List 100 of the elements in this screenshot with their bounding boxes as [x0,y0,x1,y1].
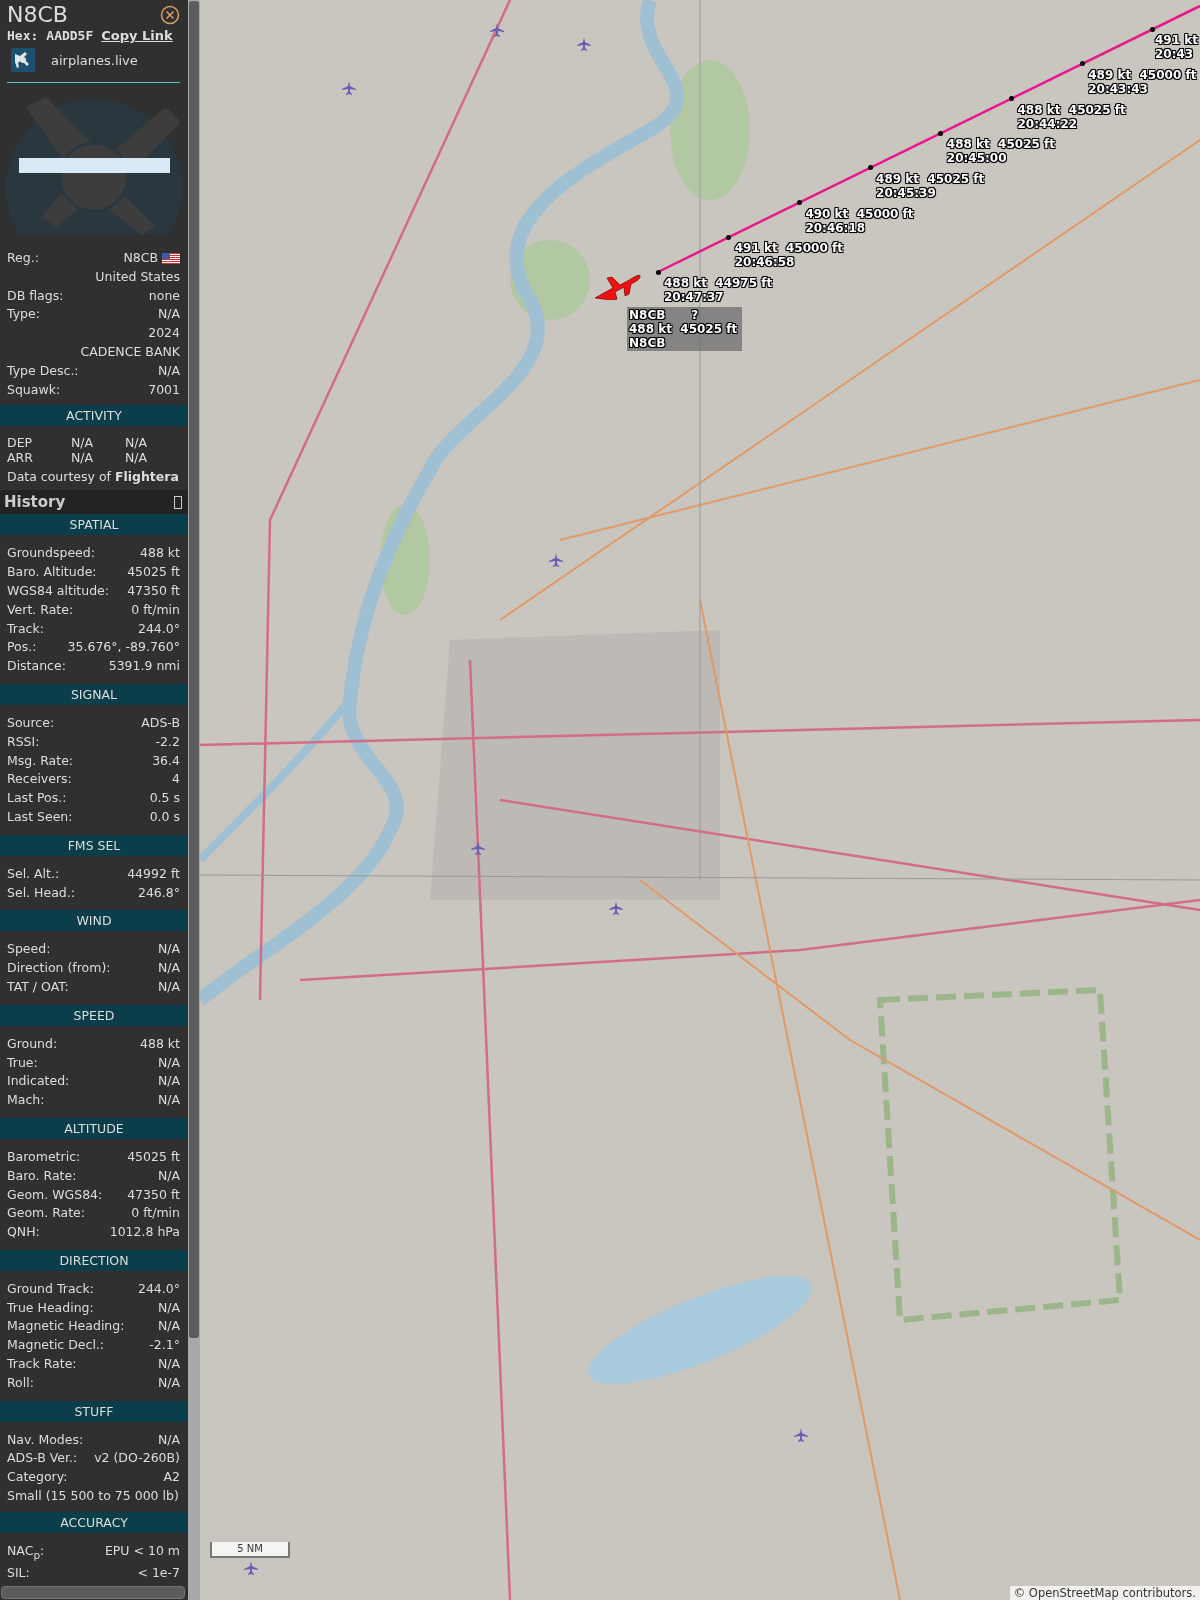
source-name: airplanes.live [51,52,138,68]
activity-cell-text: N/A [125,435,149,451]
activity-cell-text: ARR [7,450,34,466]
aircraft-icon[interactable] [342,81,356,95]
aircraft-icon[interactable] [577,37,591,51]
field-label: Indicated: [7,1072,70,1091]
activity-cell-text: N/A [71,450,95,466]
field-label: Geom. WGS84: [7,1185,103,1204]
field-label: RSSI: [7,732,40,751]
scale-bar: 5 NM [210,1542,290,1558]
field-value: 0 ft/min [131,1204,180,1223]
section-header: ACCURACY [0,1512,188,1534]
track-label: 488 kt 44975 ft 20:47:37 [664,276,773,304]
field-label: Vert. Rate: [7,600,74,619]
field-label: WGS84 altitude: [7,581,110,600]
field-label: Magnetic Heading: [7,1317,125,1336]
activity-cell-text: N/A [125,450,149,466]
field-label: Roll: [7,1373,34,1392]
field-value: 47350 ft [127,1185,180,1204]
field-value: 44992 ft [127,864,180,883]
track-point [655,269,661,275]
track-point [796,200,802,206]
section-header: SPEED [0,1004,188,1026]
field-label: Baro. Rate: [7,1166,77,1185]
field-label: Receivers: [7,770,72,789]
field-label: Type: [7,305,40,324]
track-point [1009,96,1014,101]
field-value: 1012.8 hPa [109,1223,180,1242]
section-header: WIND [0,910,188,932]
history-bar[interactable]: History [0,490,188,515]
field-label: Last Pos.: [7,789,67,808]
field-value: 4 [172,770,180,789]
field-label: True: [7,1053,38,1072]
aircraft-icon[interactable] [244,1561,258,1575]
field-value: < 1e-7 [137,1564,180,1583]
section-header: FMS SEL [0,834,188,856]
track-label: 488 kt 45025 ft 20:44:22 [1017,102,1126,131]
field-label: Last Seen: [7,807,73,826]
field-value: United States [95,267,180,286]
data-courtesy-text: Data courtesy of Flightera [6,468,180,487]
field-label: Msg. Rate: [7,751,74,770]
field-value: 0.5 s [149,789,180,808]
field-value: 36.4 [152,751,180,770]
field-label: DB flags: [7,286,64,305]
box-icon[interactable] [174,495,182,509]
field-label: ADS-B Ver.: [7,1449,78,1468]
field-label: Pos.: [7,638,37,657]
field-value: 5391.9 nmi [108,657,180,676]
field-value: 7001 [148,380,180,399]
close-icon[interactable] [160,5,180,25]
field-value: A2 [163,1468,180,1487]
field-label: QNH: [7,1223,40,1242]
field-value: CADENCE BANK [80,343,180,361]
field-value: N/A [157,1430,180,1449]
airplane-logo-icon[interactable] [11,48,35,72]
field-label: Nav. Modes: [7,1430,84,1449]
field-value: 0 ft/min [131,600,180,619]
track-label: 489 kt 45000 ft 20:43:43 [1088,67,1197,96]
field-value: 244.0° [137,619,180,638]
aircraft-icon[interactable] [471,841,485,855]
track-point [726,234,732,240]
vertical-scrollbar[interactable] [188,0,200,1600]
field-value: N/A [157,1072,180,1091]
field-value: N/A [157,959,180,978]
aircraft-icon[interactable] [490,23,504,37]
activity-cell-text: DEP [7,435,34,451]
section-header: ALTITUDE [0,1117,188,1139]
field-value: N/A [157,1053,180,1072]
aircraft-icon[interactable] [549,553,563,567]
field-value: ADS-B [141,713,180,732]
field-value: v2 (DO-260B) [94,1449,180,1468]
field-label: Groundspeed: [7,544,95,563]
field-value: 45025 ft [127,563,180,582]
horizontal-scrollbar[interactable] [1,1586,185,1599]
field-label: Distance: [7,657,66,676]
track-point [867,165,873,171]
field-label: Squawk: [7,380,61,399]
field-label: Speed: [7,940,51,959]
field-label: SIL: [7,1564,30,1583]
scrollbar-thumb[interactable] [189,1,199,1338]
callsign-label: N8CB [629,308,666,322]
field-label: TAT / OAT: [7,977,69,996]
speed-altitude-label: 488 kt 45025 ft [629,322,738,336]
aircraft-icon[interactable] [794,1428,808,1442]
field-label: Category: [7,1468,68,1487]
field-value: 488 kt [140,544,180,563]
map-attribution: © OpenStreetMap contributors. [1009,1586,1200,1600]
field-value: 244.0° [137,1279,180,1298]
field-value: N/A [157,1298,180,1317]
section-header: STUFF [0,1400,188,1422]
hex-code: AADD5F [46,28,94,43]
field-value: 0.0 s [149,807,180,826]
copy-link[interactable]: Copy Link [101,28,173,43]
field-label: Baro. Altitude: [7,563,97,582]
field-value: N/A [157,1373,180,1392]
track-label: 490 kt 45000 ft 20:46:18 [805,206,914,235]
field-label: Reg.: [7,249,39,267]
aircraft-icon[interactable] [609,901,623,915]
field-value: N/A [157,1355,180,1374]
field-value: -2.1° [149,1336,180,1355]
